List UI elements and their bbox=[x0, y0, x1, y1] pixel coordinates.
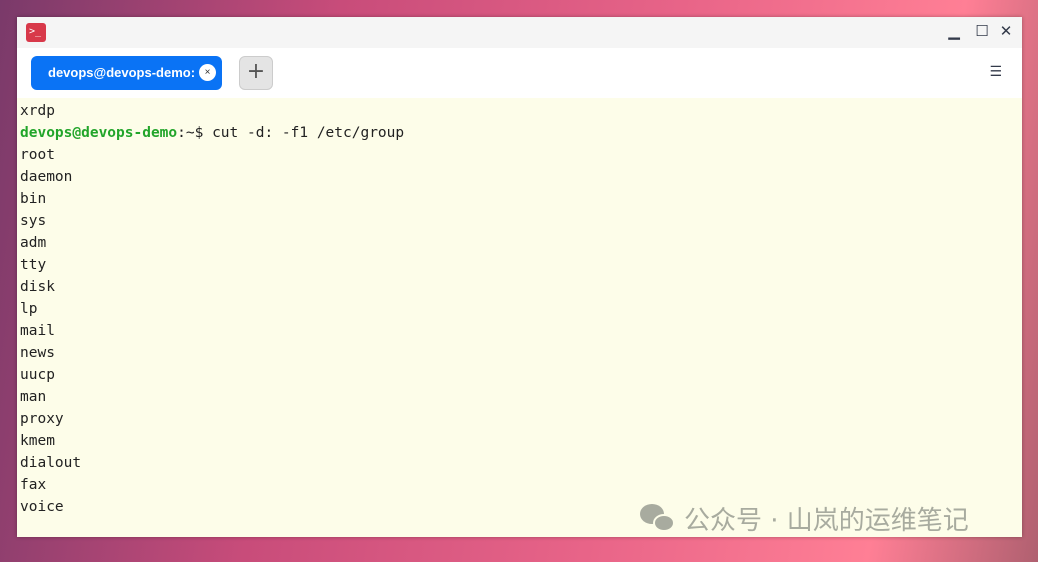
output-line: mail bbox=[20, 323, 55, 339]
title-bar: >_ ▁ ☐ ✕ bbox=[17, 17, 1022, 48]
watermark: 公众号 · 山岚的运维笔记 bbox=[640, 500, 969, 537]
output-line: kmem bbox=[20, 433, 55, 449]
minimize-button[interactable]: ▁ bbox=[944, 22, 964, 40]
output-line: tty bbox=[20, 257, 47, 273]
terminal-app-icon: >_ bbox=[26, 23, 46, 42]
output-line: man bbox=[20, 389, 47, 405]
output-line: sys bbox=[20, 213, 47, 229]
tab-label: devops@devops-demo: ~ bbox=[48, 65, 198, 80]
close-button[interactable]: ✕ bbox=[996, 22, 1016, 40]
output-line: disk bbox=[20, 279, 55, 295]
tab-bar: devops@devops-demo: ~ × + ☰ bbox=[17, 48, 1022, 98]
prompt-user: devops@devops-demo bbox=[20, 125, 178, 141]
new-tab-button[interactable]: + bbox=[239, 56, 273, 90]
output-line: adm bbox=[20, 235, 47, 251]
prompt-path: :~$ bbox=[177, 125, 213, 141]
prompt-line: devops@devops-demo:~$ cut -d: -f1 /etc/g… bbox=[20, 122, 1022, 144]
output-line: news bbox=[20, 345, 55, 361]
command: cut -d: -f1 /etc/group bbox=[212, 125, 405, 141]
wechat-icon bbox=[640, 503, 676, 534]
output-line: dialout bbox=[20, 455, 82, 471]
output-line: xrdp bbox=[20, 103, 55, 119]
output-line: fax bbox=[20, 477, 47, 493]
watermark-text: 公众号 · 山岚的运维笔记 bbox=[684, 506, 969, 536]
output-line: lp bbox=[20, 301, 38, 317]
output-line: daemon bbox=[20, 169, 73, 185]
terminal-window: >_ ▁ ☐ ✕ devops@devops-demo: ~ × + ☰ xrd… bbox=[17, 17, 1022, 537]
output-line: bin bbox=[20, 191, 47, 207]
menu-icon[interactable]: ☰ bbox=[989, 64, 1002, 80]
output-line: root bbox=[20, 147, 55, 163]
tab-close-icon[interactable]: × bbox=[199, 64, 216, 81]
terminal-output[interactable]: xrdp devops@devops-demo:~$ cut -d: -f1 /… bbox=[17, 98, 1022, 518]
tab-terminal[interactable]: devops@devops-demo: ~ × bbox=[31, 56, 222, 90]
maximize-button[interactable]: ☐ bbox=[972, 22, 992, 40]
output-line: proxy bbox=[20, 411, 64, 427]
output-line: uucp bbox=[20, 367, 55, 383]
